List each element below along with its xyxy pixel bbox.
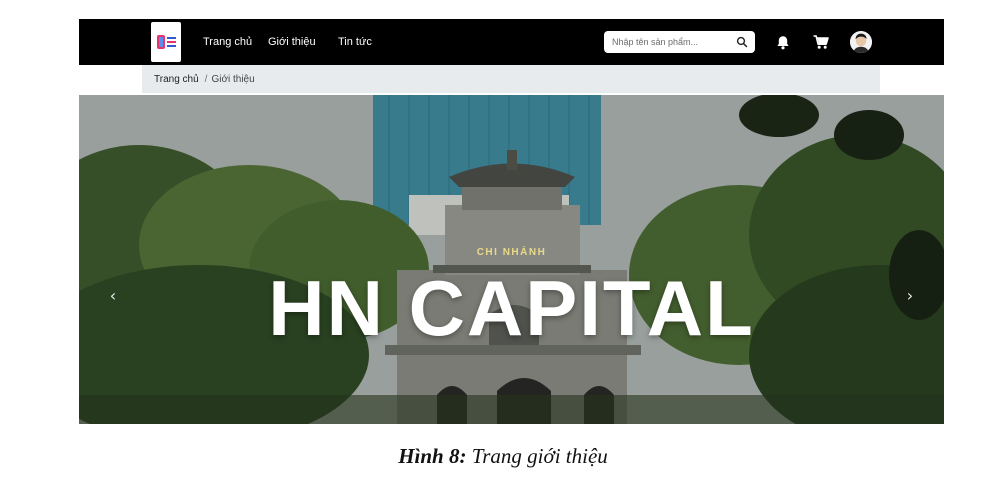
hero-subtitle: CHI NHÁNH (476, 247, 547, 258)
search-icon[interactable] (736, 36, 748, 48)
user-avatar[interactable] (850, 31, 872, 53)
cart-button[interactable] (811, 32, 831, 52)
breadcrumb-current: Giới thiệu (211, 73, 255, 85)
search-box (604, 31, 755, 53)
cart-icon (813, 34, 829, 49)
bell-icon (777, 35, 789, 49)
chevron-left-icon: ‹ (109, 286, 117, 305)
breadcrumb-separator: / (204, 73, 208, 85)
figure-label: Hình 8: (398, 444, 467, 468)
avatar-icon (850, 31, 872, 53)
phone-logo-icon (156, 35, 165, 49)
logo-mark (166, 37, 176, 47)
search-input[interactable] (604, 31, 730, 53)
figure-caption: Hình 8: Trang giới thiệu (0, 444, 1006, 469)
navbar: Trang chủ Giới thiệu Tin tức (79, 19, 944, 65)
hero-background-image (79, 95, 944, 424)
carousel-next-button[interactable]: › (901, 287, 919, 305)
nav-link-home[interactable]: Trang chủ (203, 35, 252, 49)
hero-headline: HN CAPITAL (268, 264, 755, 352)
chevron-right-icon: › (906, 286, 914, 305)
breadcrumb-home-link[interactable]: Trang chủ (154, 74, 199, 85)
nav-link-about[interactable]: Giới thiệu (268, 35, 316, 49)
carousel-prev-button[interactable]: ‹ (104, 287, 122, 305)
breadcrumb: Trang chủ / Giới thiệu (142, 65, 880, 93)
nav-link-news[interactable]: Tin tức (338, 35, 372, 49)
brand-logo[interactable] (151, 22, 181, 62)
figure-text: Trang giới thiệu (471, 444, 608, 468)
notification-button[interactable] (773, 32, 793, 52)
hero-banner: CHI NHÁNH HN CAPITAL ‹ › (79, 95, 944, 424)
